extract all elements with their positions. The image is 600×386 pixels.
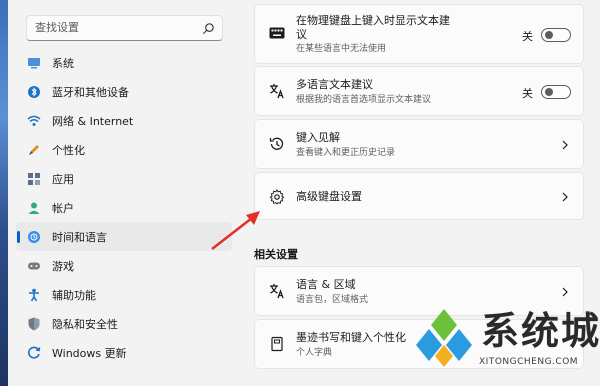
sidebar-item-windows-update[interactable]: Windows 更新	[16, 338, 232, 367]
card-title: 高级键盘设置	[296, 190, 362, 203]
card-title: 键入见解	[296, 131, 340, 144]
windows-update-icon	[27, 346, 41, 360]
chevron-right-icon	[562, 192, 568, 202]
dictionary-icon	[271, 336, 283, 352]
sidebar-item-label: 系统	[52, 56, 74, 70]
accessibility-icon	[27, 288, 41, 302]
chevron-right-icon	[562, 140, 568, 150]
sidebar-item-bluetooth[interactable]: 蓝牙和其他设备	[16, 77, 232, 106]
sidebar-item-label: 网络 & Internet	[52, 114, 134, 128]
personalization-icon	[27, 143, 41, 157]
toggle-state-label: 关	[522, 87, 533, 100]
sidebar-item-label: 应用	[52, 172, 74, 186]
typing-insights-card[interactable]: 键入见解 查看键入和更正历史记录	[254, 119, 584, 169]
physical-keyboard-toggle[interactable]	[541, 28, 571, 42]
card-subtitle: 在某些语言中无法使用	[296, 44, 387, 54]
sidebar-item-apps[interactable]: 应用	[16, 164, 232, 193]
toggle-knob	[545, 88, 553, 96]
system-icon	[27, 56, 41, 70]
card-title-continued: 议	[296, 28, 307, 41]
sidebar-item-label: 时间和语言	[52, 230, 107, 244]
card-title: 语言 & 区域	[296, 278, 356, 291]
sidebar-item-label: 帐户	[52, 201, 74, 215]
search-icon[interactable]	[202, 22, 215, 35]
account-icon	[27, 201, 41, 215]
keyboard-icon	[269, 27, 285, 39]
sidebar-item-label: Windows 更新	[52, 346, 127, 360]
watermark-logo-icon	[416, 309, 472, 367]
card-title: 多语言文本建议	[296, 78, 373, 91]
apps-icon	[27, 172, 41, 186]
card-subtitle: 语言包，区域格式	[296, 295, 369, 305]
multilingual-toggle[interactable]	[541, 85, 571, 99]
privacy-shield-icon	[27, 317, 41, 331]
annotation-arrow-icon	[211, 211, 260, 250]
card-title: 墨迹书写和键入个性化	[296, 331, 406, 344]
settings-window: 系统 蓝牙和其他设备 网络 & Internet 个性化 应用	[8, 0, 600, 386]
card-subtitle: 个人字典	[296, 348, 333, 358]
sidebar-item-personalization[interactable]: 个性化	[16, 135, 232, 164]
site-watermark: 系统城 XITONGCHENG.COM	[413, 305, 600, 383]
card-subtitle: 根据我的语言首选项显示文本建议	[296, 95, 432, 105]
sidebar-nav: 系统 蓝牙和其他设备 网络 & Internet 个性化 应用 帐户 时间和语言…	[16, 48, 232, 367]
sidebar-item-network[interactable]: 网络 & Internet	[16, 106, 232, 135]
multilingual-icon	[270, 84, 284, 99]
sidebar-item-system[interactable]: 系统	[16, 48, 232, 77]
search-input[interactable]	[35, 21, 200, 34]
toggle-knob	[545, 31, 553, 39]
multilingual-suggestions-card: 多语言文本建议 根据我的语言首选项显示文本建议 关	[254, 66, 584, 116]
sidebar-item-label: 个性化	[52, 143, 85, 157]
sidebar-item-gaming[interactable]: 游戏	[16, 251, 232, 280]
sidebar-item-time-language[interactable]: 时间和语言	[16, 222, 232, 251]
language-icon	[270, 284, 284, 299]
sidebar-item-label: 辅助功能	[52, 288, 96, 302]
chevron-right-icon	[562, 287, 568, 297]
sidebar-item-accounts[interactable]: 帐户	[16, 193, 232, 222]
physical-keyboard-suggestions-card: 在物理键盘上键入时显示文本建 议 在某些语言中无法使用 关	[254, 4, 584, 64]
search-box[interactable]	[26, 15, 223, 41]
time-language-icon	[27, 230, 41, 244]
watermark-text: 系统城	[481, 309, 600, 353]
toggle-state-label: 关	[522, 30, 533, 43]
card-title: 在物理键盘上键入时显示文本建	[296, 14, 450, 27]
gear-icon	[269, 189, 285, 205]
history-icon	[269, 137, 284, 150]
advanced-keyboard-settings-card[interactable]: 高级键盘设置	[254, 172, 584, 220]
sidebar-item-label: 隐私和安全性	[52, 317, 118, 331]
gaming-icon	[27, 259, 41, 273]
wifi-icon	[27, 114, 41, 128]
sidebar-item-label: 游戏	[52, 259, 74, 273]
card-subtitle: 查看键入和更正历史记录	[296, 148, 396, 158]
desktop-background	[0, 0, 8, 386]
sidebar-item-accessibility[interactable]: 辅助功能	[16, 280, 232, 309]
sidebar-item-privacy[interactable]: 隐私和安全性	[16, 309, 232, 338]
bluetooth-icon	[27, 85, 41, 99]
sidebar-item-label: 蓝牙和其他设备	[52, 85, 129, 99]
watermark-url: XITONGCHENG.COM	[479, 357, 579, 367]
